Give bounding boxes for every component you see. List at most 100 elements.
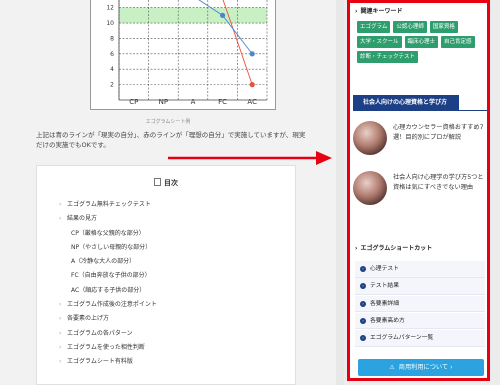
y-tick-label: 4 (110, 66, 114, 73)
shortcut-label[interactable]: 各要素高め方 (370, 318, 405, 324)
chevron-right-icon: › (360, 300, 366, 307)
toc-heading: 目次 (37, 178, 295, 188)
toc-item[interactable]: › 各要素の上げ方 (59, 312, 157, 326)
toc-item-label[interactable]: エゴグラムシート有料版 (67, 358, 133, 365)
red-arrow-annotation (168, 151, 332, 165)
toc-item-label[interactable]: エゴグラムの各パターン (67, 330, 133, 337)
data-point (249, 82, 255, 88)
keyword-tag[interactable]: 公認心理師 (393, 21, 427, 33)
chevron-right-icon: › (59, 358, 62, 366)
shortcut-item[interactable]: › エゴグラムパターン一覧 (355, 330, 485, 347)
chevron-right-icon: › (59, 343, 62, 351)
data-point (220, 12, 226, 18)
toc-item-label[interactable]: FC（自由奔放な子供の部分） (71, 272, 151, 279)
article-link-2[interactable]: 社会人向け心理学の学び方5つと資格は気にすべきでない理由 (353, 171, 487, 211)
toc-item[interactable]: FC（自由奔放な子供の部分） (59, 269, 157, 283)
intro-text: 上記は青のラインが「現実の自分」、赤のラインが「理想の自分」で実施していますが、… (36, 131, 306, 149)
shortcut-label[interactable]: テスト結果 (370, 283, 399, 289)
shortcut-item[interactable]: › 各要素高め方 (355, 312, 485, 330)
keywords-heading: › 関連キーワード (355, 6, 403, 15)
x-tick-label: FC (218, 98, 227, 106)
article-title[interactable]: 心理カウンセラー資格おすすめ7選！目的別にプロが解説 (393, 123, 487, 142)
shortcut-heading: › エゴグラムショートカット (355, 243, 432, 252)
toc-item-label[interactable]: A（冷静な大人の部分） (71, 258, 135, 265)
section-title-bar: 社会人向けの心理資格と学び方 (353, 95, 459, 110)
highlight-band (119, 7, 267, 24)
chevron-right-icon: › (360, 266, 366, 272)
chart-svg: 2 4 6 8 10 12 CP NP A FC AC (106, 0, 268, 106)
chevron-right-icon: › (59, 315, 62, 323)
article-link-1[interactable]: 心理カウンセラー資格おすすめ7選！目的別にプロが解説 (353, 121, 487, 161)
shortcut-label[interactable]: エゴグラムパターン一覧 (370, 335, 433, 341)
cta-label[interactable]: 商用利用について (399, 364, 448, 371)
keyword-tag[interactable]: 大学・スクール (357, 36, 402, 48)
toc-item[interactable]: A（冷静な大人の部分） (59, 255, 157, 269)
section-underline (353, 110, 487, 111)
chevron-right-icon: › (59, 201, 62, 208)
shortcut-item[interactable]: › 心理テスト (355, 261, 485, 278)
keyword-tag[interactable]: 国家資格 (429, 21, 458, 33)
toc-title-label: 目次 (164, 179, 178, 187)
keyword-tag[interactable]: エゴグラム (357, 21, 391, 33)
chevron-right-icon: › (360, 283, 366, 290)
keyword-tag[interactable]: 自己肯定感 (441, 36, 475, 48)
y-tick-label: 10 (106, 20, 114, 27)
toc-item[interactable]: › エゴグラム無料チェックテスト (59, 198, 157, 212)
toc-item[interactable]: › エゴグラムを使った相性判断 (59, 341, 157, 355)
toc-item[interactable]: › エゴグラム作成後の注意ポイント (59, 298, 157, 312)
toc-list: › エゴグラム無料チェックテスト › 結果の見方 CP（厳格な父親的な部分） NP（やさし… (59, 198, 157, 370)
x-tick-label: CP (129, 98, 138, 106)
article-title[interactable]: 社会人向け心理学の学び方5つと資格は気にすべきでない理由 (393, 173, 487, 192)
toc-item[interactable]: › エゴグラムシート有料版 (59, 355, 157, 369)
y-tick-label: 12 (106, 5, 114, 12)
x-tick-label: AC (247, 98, 257, 106)
y-tick-label: 6 (110, 51, 114, 58)
toc-item-label[interactable]: 結果の見方 (67, 215, 97, 222)
toc-item-label[interactable]: AC（順応する子供の部分） (71, 287, 145, 294)
sidebar-highlighted: › 関連キーワード エゴグラム 公認心理師 国家資格 大学・スクール 臨床心理士 自己肯定感… (347, 0, 490, 381)
toc-item[interactable]: › 結果の見方 (59, 212, 157, 226)
chevron-right-icon: › (448, 364, 453, 371)
shortcut-heading-label: エゴグラムショートカット (360, 245, 433, 252)
egogram-chart: 2 4 6 8 10 12 CP NP A FC AC (90, 0, 276, 110)
article-thumbnail[interactable] (353, 121, 387, 155)
list-icon (154, 178, 161, 186)
keyword-tag[interactable]: 診断・チェックテスト (357, 51, 419, 63)
warning-icon: ⚠ (389, 364, 395, 371)
shortcut-list: › 心理テスト › テスト結果 › 各要素詳細 › 各要素高め方 › エゴグラムパターン一覧 (355, 261, 485, 347)
toc-item-label[interactable]: エゴグラム作成後の注意ポイント (67, 301, 157, 308)
keywords-heading-label: 関連キーワード (360, 8, 403, 15)
toc-item[interactable]: › エゴグラムの各パターン (59, 327, 157, 341)
chevron-right-icon: › (355, 8, 358, 15)
article-thumbnail[interactable] (353, 171, 387, 205)
toc-item-label[interactable]: 各要素の上げ方 (67, 315, 109, 322)
toc-item-label[interactable]: エゴグラムを使った相性判断 (67, 344, 145, 351)
chevron-right-icon: › (59, 329, 62, 337)
shortcut-label[interactable]: 各要素詳細 (370, 301, 399, 307)
chart-caption: エゴグラムシート例 (145, 119, 191, 125)
x-tick-label: NP (159, 98, 168, 106)
data-point (249, 51, 255, 57)
chevron-right-icon: › (355, 245, 358, 252)
keyword-tag[interactable]: 臨床心理士 (404, 36, 439, 48)
gutter (336, 0, 344, 385)
toc-item-label[interactable]: CP（厳格な父親的な部分） (71, 230, 145, 237)
shortcut-label[interactable]: 心理テスト (370, 266, 399, 272)
chevron-right-icon: › (360, 317, 366, 324)
toc-item-label[interactable]: エゴグラム無料チェックテスト (67, 201, 151, 208)
shortcut-item[interactable]: › テスト結果 (355, 278, 485, 295)
x-tick-label: A (191, 98, 196, 106)
chevron-right-icon: › (59, 215, 62, 223)
commercial-use-button[interactable]: ⚠ 商用利用について › (358, 359, 484, 376)
toc-item[interactable]: NP（やさしい母親的な部分） (59, 241, 157, 255)
table-of-contents: 目次 › エゴグラム無料チェックテスト › 結果の見方 CP（厳格な父親的な部分） NP（… (36, 165, 296, 385)
chevron-right-icon: › (360, 335, 366, 342)
shortcut-item[interactable]: › 各要素詳細 (355, 295, 485, 313)
keyword-tags: エゴグラム 公認心理師 国家資格大学・スクール 臨床心理士 自己肯定感診断・チェックテス… (357, 21, 487, 63)
chevron-right-icon: › (59, 301, 62, 309)
y-tick-label: 2 (110, 82, 114, 89)
y-tick-label: 8 (110, 35, 114, 42)
toc-item[interactable]: CP（厳格な父親的な部分） (59, 227, 157, 241)
toc-item[interactable]: AC（順応する子供の部分） (59, 284, 157, 298)
toc-item-label[interactable]: NP（やさしい母親的な部分） (71, 244, 151, 251)
